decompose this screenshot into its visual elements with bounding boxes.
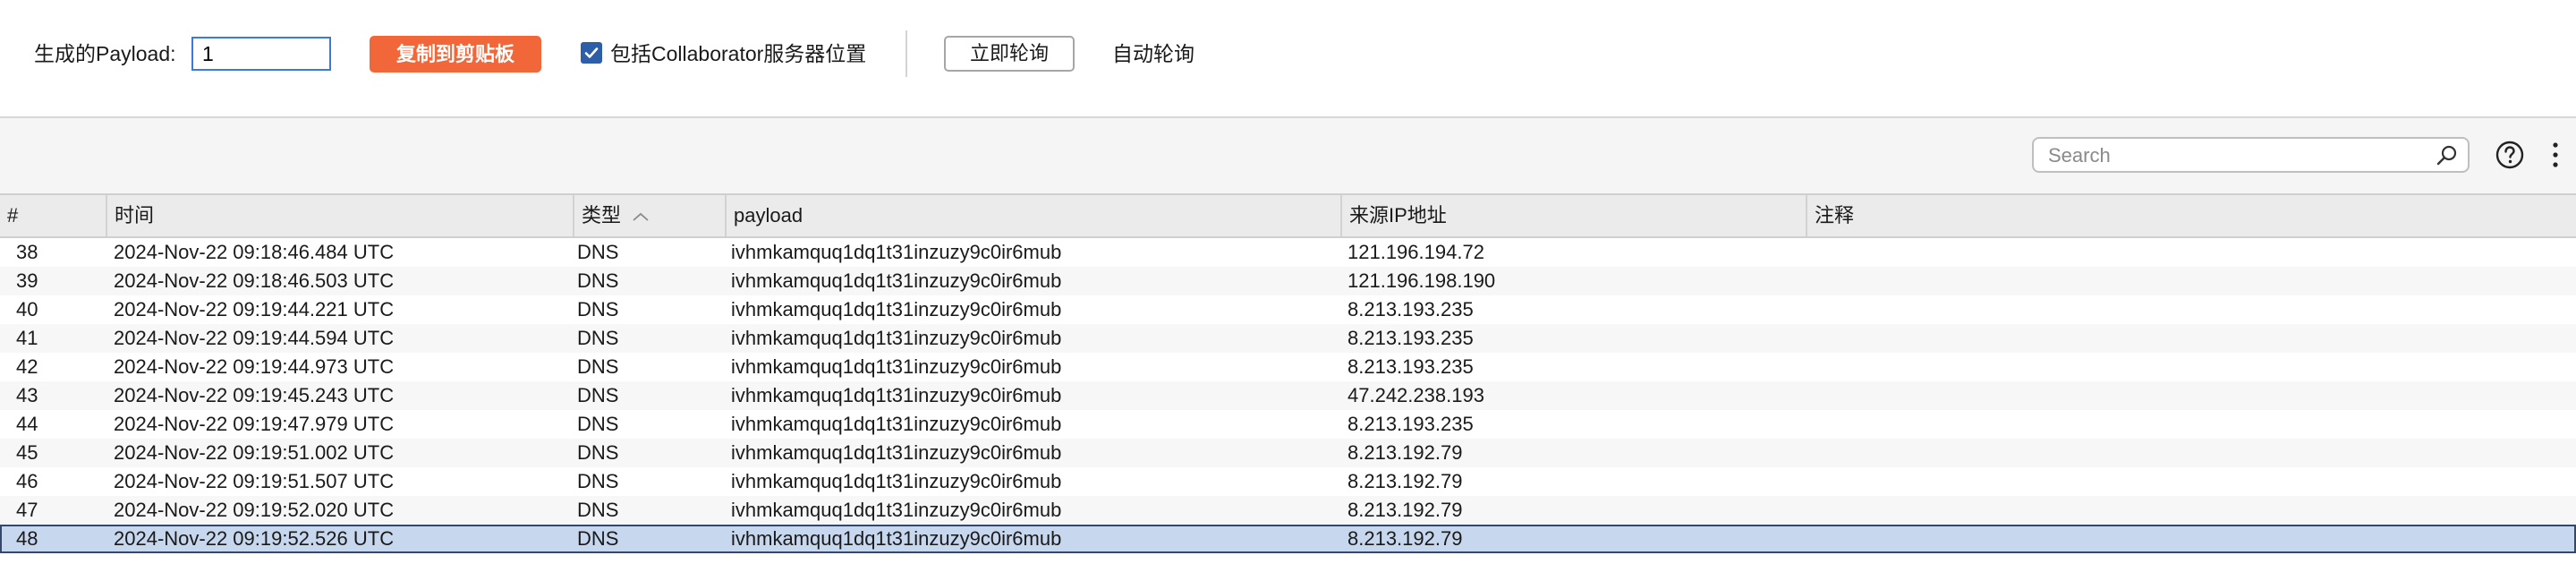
column-header-type[interactable]: 类型 — [574, 195, 727, 236]
table-row[interactable]: 43 2024-Nov-22 09:19:45.243 UTC DNS ivhmkam… — [0, 381, 2576, 410]
table-row[interactable]: 45 2024-Nov-22 09:19:51.002 UTC DNS ivhmkam… — [0, 439, 2576, 467]
column-header-type-label: 类型 — [582, 204, 622, 226]
cell-type: DNS — [577, 241, 619, 263]
cell-type: DNS — [577, 384, 619, 406]
cell-payload: ivhmkamquq1dq1t31inzuzy9c0ir6mub — [731, 527, 1062, 550]
cell-type: DNS — [577, 499, 619, 521]
table-row[interactable]: 46 2024-Nov-22 09:19:51.507 UTC DNS ivhmkam… — [0, 467, 2576, 496]
cell-source-ip: 47.242.238.193 — [1348, 384, 1484, 406]
poll-now-button[interactable]: 立即轮询 — [944, 36, 1075, 72]
more-options-icon[interactable] — [2549, 140, 2562, 170]
column-header-payload[interactable]: payload — [727, 195, 1342, 236]
cell-type: DNS — [577, 470, 619, 492]
table-row[interactable]: 48 2024-Nov-22 09:19:52.526 UTC DNS ivhmkam… — [0, 525, 2576, 553]
cell-payload: ivhmkamquq1dq1t31inzuzy9c0ir6mub — [731, 269, 1062, 292]
cell-payload: ivhmkamquq1dq1t31inzuzy9c0ir6mub — [731, 441, 1062, 464]
cell-type: DNS — [577, 327, 619, 349]
cell-source-ip: 8.213.192.79 — [1348, 470, 1463, 492]
cell-payload: ivhmkamquq1dq1t31inzuzy9c0ir6mub — [731, 470, 1062, 492]
cell-time: 2024-Nov-22 09:19:51.507 UTC — [114, 470, 395, 492]
cell-number: 48 — [16, 527, 38, 550]
table-row[interactable]: 41 2024-Nov-22 09:19:44.594 UTC DNS ivhmkam… — [0, 324, 2576, 353]
table-header: # 时间 类型 payload 来源IP地址 注释 — [0, 193, 2576, 238]
cell-payload: ivhmkamquq1dq1t31inzuzy9c0ir6mub — [731, 298, 1062, 320]
table-row[interactable]: 44 2024-Nov-22 09:19:47.979 UTC DNS ivhmkam… — [0, 410, 2576, 439]
cell-payload: ivhmkamquq1dq1t31inzuzy9c0ir6mub — [731, 413, 1062, 435]
cell-type: DNS — [577, 355, 619, 378]
table-row[interactable]: 47 2024-Nov-22 09:19:52.020 UTC DNS ivhmkam… — [0, 496, 2576, 525]
filter-bar — [0, 118, 2576, 193]
cell-number: 46 — [16, 470, 38, 492]
cell-time: 2024-Nov-22 09:19:44.221 UTC — [114, 298, 395, 320]
copy-to-clipboard-button[interactable]: 复制到剪贴板 — [370, 36, 541, 73]
cell-time: 2024-Nov-22 09:19:52.526 UTC — [114, 527, 395, 550]
cell-number: 38 — [16, 241, 38, 263]
cell-time: 2024-Nov-22 09:18:46.503 UTC — [114, 269, 395, 292]
cell-time: 2024-Nov-22 09:19:44.594 UTC — [114, 327, 395, 349]
cell-type: DNS — [577, 413, 619, 435]
cell-time: 2024-Nov-22 09:19:45.243 UTC — [114, 384, 395, 406]
cell-time: 2024-Nov-22 09:19:52.020 UTC — [114, 499, 395, 521]
collaborator-toolbar: 生成的Payload: 复制到剪贴板 包括Collaborator服务器位置 立… — [0, 0, 2576, 118]
table-row[interactable]: 38 2024-Nov-22 09:18:46.484 UTC DNS ivhmkam… — [0, 238, 2576, 267]
cell-number: 47 — [16, 499, 38, 521]
cell-type: DNS — [577, 298, 619, 320]
cell-number: 42 — [16, 355, 38, 378]
cell-payload: ivhmkamquq1dq1t31inzuzy9c0ir6mub — [731, 241, 1062, 263]
payload-count-input[interactable] — [191, 37, 331, 71]
cell-source-ip: 8.213.193.235 — [1348, 327, 1474, 349]
cell-source-ip: 8.213.193.235 — [1348, 355, 1474, 378]
table-row[interactable]: 39 2024-Nov-22 09:18:46.503 UTC DNS ivhmkam… — [0, 267, 2576, 295]
cell-source-ip: 121.196.198.190 — [1348, 269, 1496, 292]
cell-source-ip: 8.213.192.79 — [1348, 441, 1463, 464]
cell-type: DNS — [577, 441, 619, 464]
cell-number: 44 — [16, 413, 38, 435]
column-header-comment[interactable]: 注释 — [1807, 195, 2576, 236]
cell-source-ip: 8.213.193.235 — [1348, 413, 1474, 435]
cell-number: 45 — [16, 441, 38, 464]
column-header-source-ip[interactable]: 来源IP地址 — [1342, 195, 1807, 236]
cell-time: 2024-Nov-22 09:19:51.002 UTC — [114, 441, 395, 464]
cell-source-ip: 8.213.192.79 — [1348, 499, 1463, 521]
toolbar-divider — [905, 30, 907, 77]
table-row[interactable]: 40 2024-Nov-22 09:19:44.221 UTC DNS ivhmkam… — [0, 295, 2576, 324]
interactions-table: # 时间 类型 payload 来源IP地址 注释 38 2024-Nov-22 … — [0, 193, 2576, 581]
cell-payload: ivhmkamquq1dq1t31inzuzy9c0ir6mub — [731, 355, 1062, 378]
cell-number: 39 — [16, 269, 38, 292]
cell-type: DNS — [577, 269, 619, 292]
cell-time: 2024-Nov-22 09:19:44.973 UTC — [114, 355, 395, 378]
search-icon[interactable] — [2436, 144, 2459, 167]
table-row[interactable]: 42 2024-Nov-22 09:19:44.973 UTC DNS ivhmkam… — [0, 353, 2576, 381]
column-header-time[interactable]: 时间 — [107, 195, 574, 236]
help-icon[interactable] — [2495, 140, 2525, 170]
search-input[interactable] — [2046, 142, 2426, 169]
include-location-label[interactable]: 包括Collaborator服务器位置 — [610, 40, 866, 67]
cell-type: DNS — [577, 527, 619, 550]
auto-poll-label[interactable]: 自动轮询 — [1112, 40, 1194, 67]
column-header-number[interactable]: # — [0, 195, 107, 236]
cell-source-ip: 121.196.194.72 — [1348, 241, 1484, 263]
cell-payload: ivhmkamquq1dq1t31inzuzy9c0ir6mub — [731, 384, 1062, 406]
cell-payload: ivhmkamquq1dq1t31inzuzy9c0ir6mub — [731, 499, 1062, 521]
cell-number: 40 — [16, 298, 38, 320]
sort-ascending-icon — [633, 212, 649, 221]
payload-label: 生成的Payload: — [34, 42, 176, 65]
cell-number: 43 — [16, 384, 38, 406]
checkbox-checked-icon[interactable] — [581, 42, 602, 64]
cell-time: 2024-Nov-22 09:18:46.484 UTC — [114, 241, 395, 263]
cell-source-ip: 8.213.193.235 — [1348, 298, 1474, 320]
table-body: 38 2024-Nov-22 09:18:46.484 UTC DNS ivhmkam… — [0, 238, 2576, 553]
search-box[interactable] — [2032, 137, 2470, 173]
cell-source-ip: 8.213.192.79 — [1348, 527, 1463, 550]
cell-time: 2024-Nov-22 09:19:47.979 UTC — [114, 413, 395, 435]
cell-payload: ivhmkamquq1dq1t31inzuzy9c0ir6mub — [731, 327, 1062, 349]
cell-number: 41 — [16, 327, 38, 349]
